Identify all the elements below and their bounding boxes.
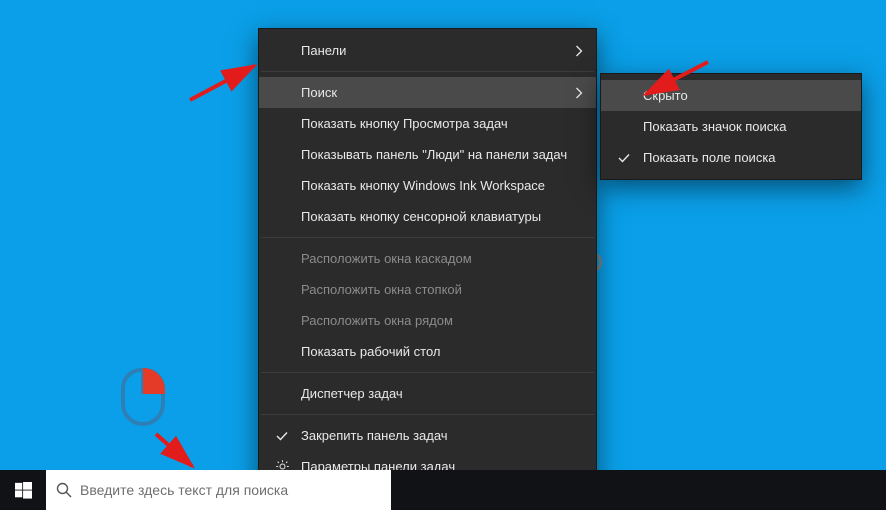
menu-item-label: Панели xyxy=(301,43,582,58)
chevron-right-icon xyxy=(575,87,584,99)
menu-item-cascade: Расположить окна каскадом xyxy=(259,243,596,274)
menu-item-search[interactable]: Поиск xyxy=(259,77,596,108)
search-submenu: Скрыто Показать значок поиска Показать п… xyxy=(600,73,862,180)
taskbar-search-box[interactable]: Введите здесь текст для поиска xyxy=(46,470,391,510)
menu-item-side-by-side: Расположить окна рядом xyxy=(259,305,596,336)
menu-item-label: Расположить окна стопкой xyxy=(301,282,582,297)
menu-item-label: Расположить окна рядом xyxy=(301,313,582,328)
taskbar: Введите здесь текст для поиска xyxy=(0,470,886,510)
menu-item-label: Показывать панель "Люди" на панели задач xyxy=(301,147,582,162)
menu-separator xyxy=(261,372,594,373)
menu-item-show-desktop[interactable]: Показать рабочий стол xyxy=(259,336,596,367)
menu-separator xyxy=(261,414,594,415)
menu-item-task-manager[interactable]: Диспетчер задач xyxy=(259,378,596,409)
submenu-item-hidden[interactable]: Скрыто xyxy=(601,80,861,111)
menu-item-lock-taskbar[interactable]: Закрепить панель задач xyxy=(259,420,596,451)
menu-item-label: Расположить окна каскадом xyxy=(301,251,582,266)
menu-separator xyxy=(261,237,594,238)
annotation-arrow-icon xyxy=(186,58,266,104)
menu-separator xyxy=(261,71,594,72)
menu-item-label: Показать кнопку сенсорной клавиатуры xyxy=(301,209,582,224)
menu-item-stacked: Расположить окна стопкой xyxy=(259,274,596,305)
menu-item-label: Закрепить панель задач xyxy=(301,428,582,443)
menu-item-label: Показать кнопку Windows Ink Workspace xyxy=(301,178,582,193)
menu-item-label: Скрыто xyxy=(643,88,847,103)
windows-logo-icon xyxy=(15,482,32,499)
chevron-right-icon xyxy=(575,45,584,57)
check-icon xyxy=(273,429,291,443)
menu-item-label: Показать кнопку Просмотра задач xyxy=(301,116,582,131)
menu-item-label: Поиск xyxy=(301,85,582,100)
menu-item-panels[interactable]: Панели xyxy=(259,35,596,66)
taskbar-context-menu: Панели Поиск Показать кнопку Просмотра з… xyxy=(258,28,597,489)
menu-item-people[interactable]: Показывать панель "Люди" на панели задач xyxy=(259,139,596,170)
submenu-item-show-box[interactable]: Показать поле поиска xyxy=(601,142,861,173)
check-icon xyxy=(615,151,633,165)
menu-item-touch-keyboard[interactable]: Показать кнопку сенсорной клавиатуры xyxy=(259,201,596,232)
search-placeholder: Введите здесь текст для поиска xyxy=(80,482,288,498)
menu-item-label: Показать поле поиска xyxy=(643,150,847,165)
menu-item-label: Показать рабочий стол xyxy=(301,344,582,359)
search-icon xyxy=(56,482,72,498)
menu-item-task-view[interactable]: Показать кнопку Просмотра задач xyxy=(259,108,596,139)
start-button[interactable] xyxy=(0,470,46,510)
submenu-item-show-icon[interactable]: Показать значок поиска xyxy=(601,111,861,142)
mouse-right-click-icon xyxy=(121,368,165,426)
annotation-arrow-icon xyxy=(150,428,204,474)
menu-item-label: Показать значок поиска xyxy=(643,119,847,134)
menu-item-label: Диспетчер задач xyxy=(301,386,582,401)
menu-item-ink-workspace[interactable]: Показать кнопку Windows Ink Workspace xyxy=(259,170,596,201)
